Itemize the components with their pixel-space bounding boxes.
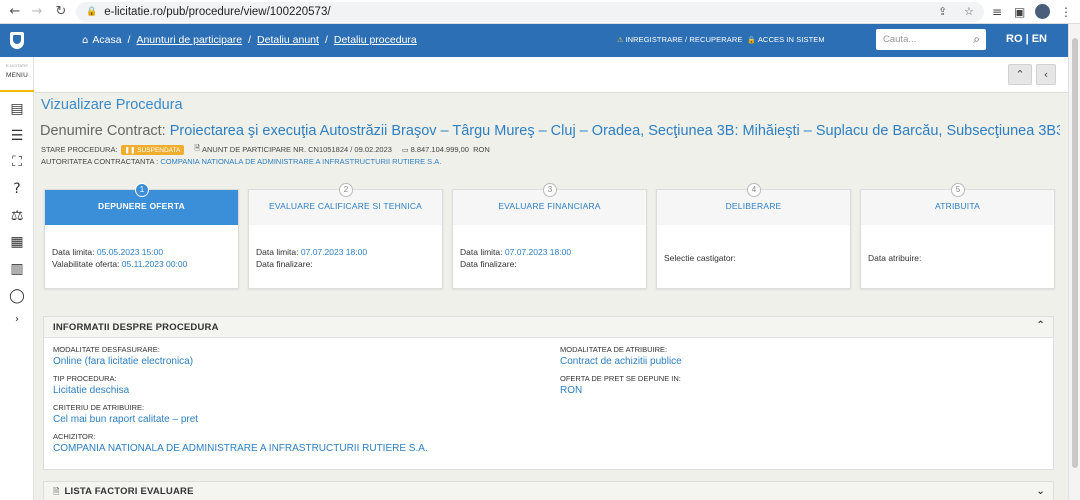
currency: RON xyxy=(473,145,490,154)
bookmark-star-icon[interactable]: ☆ xyxy=(964,5,974,18)
money-icon: ▭ xyxy=(401,145,409,154)
field-value: Online (fara licitatie electronica) xyxy=(53,356,194,367)
id-card-icon[interactable]: ▦ xyxy=(9,234,25,250)
lang-ro[interactable]: RO xyxy=(1006,33,1023,45)
page-scrollbar[interactable] xyxy=(1068,24,1080,500)
calendar-icon[interactable]: ▥ xyxy=(9,261,25,277)
contract-label: Denumire Contract: xyxy=(40,123,166,139)
edit-list-icon[interactable]: ☰ xyxy=(9,128,25,144)
chat-icon[interactable]: ◯ xyxy=(9,288,25,304)
status-label: STARE PROCEDURA: xyxy=(41,145,118,154)
share-icon[interactable]: ⇪ xyxy=(938,5,947,18)
reload-icon[interactable]: ↻ xyxy=(50,4,72,19)
authority-label: AUTORITATEA CONTRACTANTA : xyxy=(41,157,159,166)
panel-title: LISTA FACTORI EVALUARE xyxy=(64,486,194,497)
lock-icon: 🔒 xyxy=(747,36,756,44)
site-logo[interactable] xyxy=(0,24,34,57)
address-bar[interactable]: 🔒 e-licitatie.ro/pub/procedure/view/1002… xyxy=(76,2,984,22)
auction-icon[interactable]: ⚖ xyxy=(9,208,25,224)
side-panel-icon[interactable]: ▣ xyxy=(1014,5,1025,19)
language-switcher: RO | EN xyxy=(1006,33,1047,45)
login-link[interactable]: 🔒 ACCES IN SISTEM xyxy=(747,35,825,44)
search-icon[interactable]: ⌕ xyxy=(973,32,980,47)
top-navigation-bar: ⌂ Acasa / Anunturi de participare / Deta… xyxy=(34,24,1068,57)
field-label: MODALITATEA DE ATRIBUIRE: xyxy=(560,345,668,354)
menu-button[interactable]: E-LICITATIE MENIU xyxy=(0,57,34,92)
step-evaluare-financiara[interactable]: 3 EVALUARE FINANCIARA Data limita: 07.07… xyxy=(452,183,647,289)
field-label: OFERTA DE PRET SE DEPUNE IN: xyxy=(560,374,681,383)
field-value: Licitatie deschisa xyxy=(53,385,130,396)
procedure-info-panel: INFORMATII DESPRE PROCEDURA ⌃ MODALITATE… xyxy=(43,316,1054,470)
step-number: 2 xyxy=(339,183,353,197)
step-depunere-oferta[interactable]: 1 DEPUNERE OFERTA Data limita: 05.05.202… xyxy=(44,183,239,289)
url-text: e-licitatie.ro/pub/procedure/view/100220… xyxy=(104,6,331,18)
forward-icon[interactable]: → xyxy=(26,4,48,19)
field-value: Contract de achizitii publice xyxy=(560,356,682,367)
back-button[interactable]: ‹ xyxy=(1036,64,1056,85)
document-icon: 🗎 xyxy=(194,144,200,152)
menu-small-label: E-LICITATIE xyxy=(5,63,29,68)
breadcrumb-home[interactable]: Acasa xyxy=(92,34,121,46)
lock-icon: 🔒 xyxy=(86,7,98,17)
chevron-left-icon: ‹ xyxy=(1043,68,1049,81)
status-badge: ❚❚ SUSPENDATA xyxy=(120,144,185,155)
shield-logo-icon xyxy=(10,32,24,49)
breadcrumb-detaliu-procedura[interactable]: Detaliu procedura xyxy=(334,34,417,46)
chevron-down-icon[interactable]: ⌄ xyxy=(1036,486,1045,497)
breadcrumb-detaliu-anunt[interactable]: Detaliu anunt xyxy=(257,34,319,46)
step-atribuita[interactable]: 5 ATRIBUITA Data atribuire: xyxy=(860,183,1055,289)
step-number: 1 xyxy=(135,183,149,197)
procedure-meta: STARE PROCEDURA: ❚❚ SUSPENDATA 🗎 ANUNT D… xyxy=(41,144,490,155)
page-toolbar: ⌃ ‹ xyxy=(34,57,1068,93)
back-icon[interactable]: ← xyxy=(4,4,26,19)
chevron-up-icon[interactable]: ⌃ xyxy=(1036,320,1045,331)
field-label: CRITERIU DE ATRIBUIRE: xyxy=(53,403,145,412)
panel-header[interactable]: INFORMATII DESPRE PROCEDURA ⌃ xyxy=(44,317,1053,338)
step-deliberare[interactable]: 4 DELIBERARE Selectie castigator: xyxy=(656,183,851,289)
step-number: 3 xyxy=(543,183,557,197)
profile-avatar[interactable] xyxy=(1035,4,1050,19)
notice-number[interactable]: ANUNT DE PARTICIPARE NR. CN1051824 / 09.… xyxy=(202,145,392,154)
expand-sidebar-icon[interactable]: › xyxy=(9,312,25,328)
field-value[interactable]: COMPANIA NATIONALA DE ADMINISTRARE A INF… xyxy=(53,443,428,454)
evaluation-factors-panel[interactable]: 🗎 LISTA FACTORI EVALUARE ⌄ xyxy=(43,481,1054,500)
contracting-authority: AUTORITATEA CONTRACTANTA : COMPANIA NATI… xyxy=(41,157,441,166)
warning-icon: ⚠ xyxy=(617,36,624,44)
map-icon[interactable]: ⛶ xyxy=(9,154,25,170)
estimated-amount: 8.847.104.999,00 xyxy=(410,145,469,154)
left-sidebar: E-LICITATIE MENIU ▤ ☰ ⛶ ? ⚖ ▦ ▥ ◯ › xyxy=(0,24,34,500)
scrollbar-thumb[interactable] xyxy=(1072,38,1078,468)
field-label: TIP PROCEDURA: xyxy=(53,374,117,383)
reading-list-icon[interactable]: ≡ xyxy=(992,5,1002,19)
field-label: ACHIZITOR: xyxy=(53,432,96,441)
step-number: 5 xyxy=(951,183,965,197)
lang-en[interactable]: EN xyxy=(1032,33,1047,45)
menu-label: MENIU xyxy=(6,72,28,79)
search-input[interactable]: Cauta... ⌕ xyxy=(876,29,986,50)
register-link[interactable]: ⚠ INREGISTRARE / RECUPERARE xyxy=(617,35,743,44)
field-value: Cel mai bun raport calitate – pret xyxy=(53,414,199,425)
help-icon[interactable]: ? xyxy=(9,181,25,197)
browser-menu-icon[interactable]: ⋮ xyxy=(1060,5,1072,19)
scroll-top-button[interactable]: ⌃ xyxy=(1008,64,1032,85)
chevron-up-icon: ⌃ xyxy=(1015,68,1025,81)
document-icon: 🗎 xyxy=(53,487,60,496)
document-icon[interactable]: ▤ xyxy=(9,101,25,117)
home-icon[interactable]: ⌂ xyxy=(82,35,88,46)
page-title: Vizualizare Procedura xyxy=(41,97,183,113)
field-value: RON xyxy=(560,385,583,396)
panel-title: INFORMATII DESPRE PROCEDURA xyxy=(53,322,219,333)
contract-name: Denumire Contract: Proiectarea şi execuţ… xyxy=(40,123,1060,139)
browser-toolbar: ← → ↻ 🔒 e-licitatie.ro/pub/procedure/vie… xyxy=(0,0,1080,24)
breadcrumb: ⌂ Acasa / Anunturi de participare / Deta… xyxy=(82,34,417,46)
step-evaluare-calificare[interactable]: 2 EVALUARE CALIFICARE SI TEHNICA Data li… xyxy=(248,183,443,289)
breadcrumb-anunturi[interactable]: Anunturi de participare xyxy=(136,34,242,46)
contract-value: Proiectarea şi execuţia Autostrăzii Braş… xyxy=(169,123,1060,139)
authority-value[interactable]: COMPANIA NATIONALA DE ADMINISTRARE A INF… xyxy=(160,157,441,166)
step-number: 4 xyxy=(747,183,761,197)
field-label: MODALITATE DESFASURARE: xyxy=(53,345,160,354)
